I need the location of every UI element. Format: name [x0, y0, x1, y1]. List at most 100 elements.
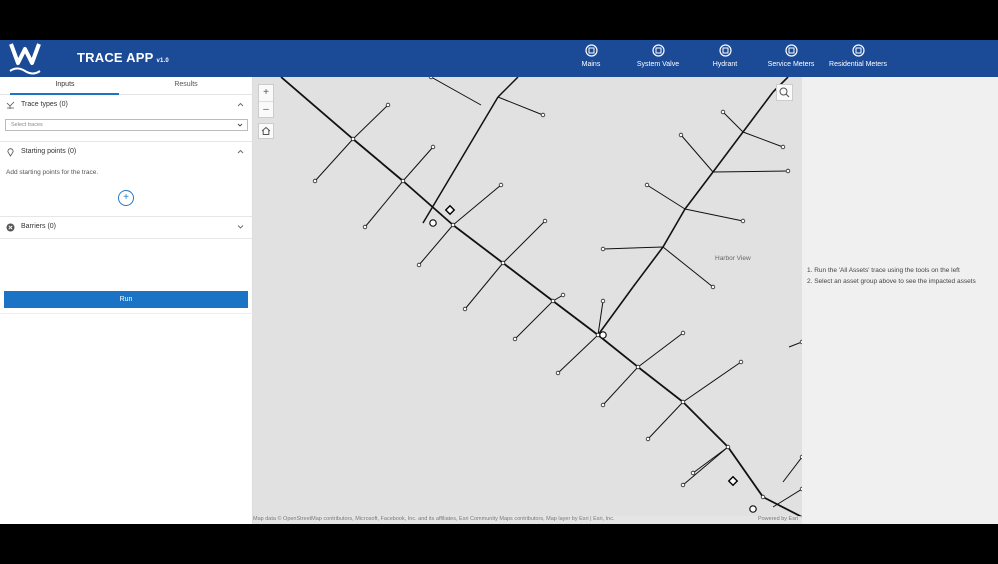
service-meter-node[interactable]	[540, 112, 546, 118]
service-lateral[interactable]	[497, 96, 544, 116]
water-main-segment[interactable]	[497, 77, 519, 98]
service-meter-node[interactable]	[430, 144, 436, 150]
service-lateral[interactable]	[514, 300, 554, 340]
trace-types-select[interactable]: Select traces	[5, 119, 248, 131]
service-lateral[interactable]	[430, 77, 482, 106]
nav-residential-meters[interactable]: Residential Meters	[828, 44, 888, 74]
nav-system-valve[interactable]: System Valve	[633, 44, 683, 74]
water-main-segment[interactable]	[684, 171, 714, 210]
water-main-segment[interactable]	[597, 286, 634, 336]
service-meter-node[interactable]	[690, 470, 696, 476]
water-main-segment[interactable]	[452, 224, 504, 264]
junction-node[interactable]	[350, 136, 356, 142]
service-meter-node[interactable]	[312, 178, 318, 184]
service-meter-node[interactable]	[644, 182, 650, 188]
service-lateral[interactable]	[684, 208, 744, 222]
service-meter-node[interactable]	[555, 370, 561, 376]
service-meter-node[interactable]	[362, 224, 368, 230]
service-lateral[interactable]	[692, 446, 729, 474]
nav-hydrant[interactable]: Hydrant	[708, 44, 742, 74]
junction-node[interactable]	[760, 494, 766, 500]
service-meter-node[interactable]	[600, 246, 606, 252]
service-meter-node[interactable]	[416, 262, 422, 268]
service-lateral[interactable]	[682, 446, 729, 486]
service-lateral[interactable]	[418, 224, 454, 266]
service-meter-node[interactable]	[498, 182, 504, 188]
add-starting-point-button[interactable]: +	[118, 190, 134, 206]
run-button[interactable]: Run	[4, 291, 248, 308]
service-meter-node[interactable]	[600, 402, 606, 408]
service-meter-node[interactable]	[462, 306, 468, 312]
service-meter-node[interactable]	[560, 292, 566, 298]
zoom-out-button[interactable]: –	[259, 101, 273, 117]
service-lateral[interactable]	[682, 361, 742, 403]
service-lateral[interactable]	[314, 138, 354, 182]
map-search-button[interactable]	[776, 84, 793, 101]
map-view[interactable]: + – Harbor View Map data © OpenStreetMap…	[253, 77, 802, 524]
trace-types-header[interactable]: Trace types (0)	[0, 95, 252, 115]
service-lateral[interactable]	[602, 246, 664, 250]
service-meter-node[interactable]	[710, 284, 716, 290]
water-main-segment[interactable]	[632, 246, 664, 288]
junction-node[interactable]	[635, 364, 641, 370]
service-lateral[interactable]	[647, 401, 684, 440]
utility-network-map[interactable]	[253, 77, 802, 524]
water-main-segment[interactable]	[352, 138, 404, 182]
water-main-segment[interactable]	[662, 208, 686, 248]
tab-results[interactable]: Results	[131, 77, 241, 95]
service-lateral[interactable]	[364, 180, 404, 228]
service-lateral[interactable]	[352, 104, 389, 140]
service-meter-node[interactable]	[600, 298, 606, 304]
zoom-in-button[interactable]: +	[259, 85, 273, 101]
water-main-segment[interactable]	[280, 77, 354, 140]
service-meter-node[interactable]	[738, 359, 744, 365]
water-main-segment[interactable]	[742, 91, 774, 133]
service-lateral[interactable]	[464, 262, 504, 310]
powered-by-esri[interactable]: Powered by Esri	[758, 516, 798, 522]
home-button[interactable]	[258, 123, 274, 139]
service-lateral[interactable]	[772, 488, 802, 508]
system-valve-node[interactable]	[727, 475, 739, 487]
starting-points-header[interactable]: Starting points (0)	[0, 142, 252, 162]
water-main-segment[interactable]	[727, 446, 764, 498]
service-meter-node[interactable]	[512, 336, 518, 342]
hydrant-node[interactable]	[749, 505, 757, 513]
service-meter-node[interactable]	[542, 218, 548, 224]
water-main-segment[interactable]	[502, 262, 554, 302]
service-lateral[interactable]	[557, 334, 599, 374]
service-lateral[interactable]	[722, 111, 744, 133]
water-main-segment[interactable]	[552, 300, 599, 336]
water-main-segment[interactable]	[762, 496, 802, 518]
service-lateral[interactable]	[782, 456, 802, 483]
service-meter-node[interactable]	[720, 109, 726, 115]
water-main-segment[interactable]	[682, 401, 729, 448]
junction-node[interactable]	[725, 444, 731, 450]
service-lateral[interactable]	[662, 246, 714, 288]
service-meter-node[interactable]	[645, 436, 651, 442]
service-lateral[interactable]	[680, 134, 714, 173]
service-meter-node[interactable]	[678, 132, 684, 138]
service-lateral[interactable]	[452, 184, 502, 226]
water-main-segment[interactable]	[402, 180, 454, 226]
service-meter-node[interactable]	[385, 102, 391, 108]
hydrant-node[interactable]	[429, 219, 437, 227]
junction-node[interactable]	[450, 222, 456, 228]
water-main-segment[interactable]	[637, 366, 684, 403]
junction-node[interactable]	[550, 298, 556, 304]
service-lateral[interactable]	[646, 184, 686, 210]
service-meter-node[interactable]	[680, 482, 686, 488]
service-meter-node[interactable]	[780, 144, 786, 150]
service-lateral[interactable]	[637, 332, 684, 368]
junction-node[interactable]	[680, 399, 686, 405]
service-lateral[interactable]	[712, 170, 789, 173]
service-meter-node[interactable]	[785, 168, 791, 174]
water-main-segment[interactable]	[597, 334, 639, 368]
service-lateral[interactable]	[602, 366, 639, 406]
water-main-segment[interactable]	[712, 131, 744, 173]
service-lateral[interactable]	[742, 131, 784, 148]
junction-node[interactable]	[500, 260, 506, 266]
junction-node[interactable]	[400, 178, 406, 184]
service-lateral[interactable]	[502, 220, 546, 264]
nav-mains[interactable]: Mains	[575, 44, 607, 74]
nav-service-meters[interactable]: Service Meters	[766, 44, 816, 74]
